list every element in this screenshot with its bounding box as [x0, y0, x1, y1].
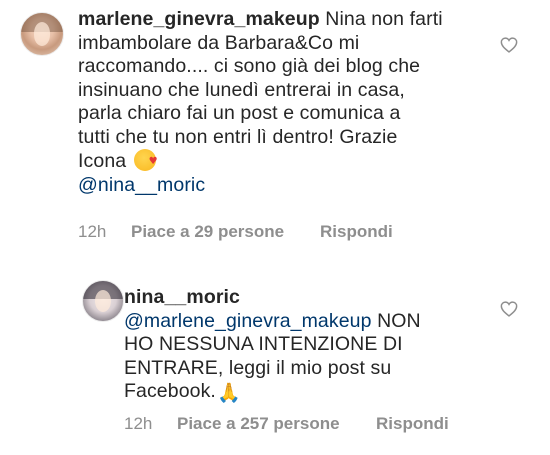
- reply-button[interactable]: Rispondi: [376, 414, 449, 434]
- heart-outline-icon[interactable]: [500, 301, 518, 317]
- likes-count-link[interactable]: Piace a 29 persone: [131, 222, 284, 242]
- avatar-marlene[interactable]: [20, 12, 64, 56]
- heart-outline-icon[interactable]: [500, 37, 518, 53]
- comment-text: marlene_ginevra_makeup Nina non farti imb…: [78, 8, 498, 197]
- reply-meta: 12h Piace a 257 persone Rispondi: [124, 414, 449, 434]
- mention-link[interactable]: @marlene_ginevra_makeup: [124, 310, 372, 332]
- timestamp: 12h: [78, 222, 107, 241]
- kiss-heart-emoji-icon: ♥: [133, 149, 158, 171]
- comment-line: raccomando.... ci sono già dei blog che: [78, 55, 421, 77]
- comment-line: imbambolare da Barbara&Co mi: [78, 31, 360, 54]
- comment-line: NON: [371, 309, 421, 332]
- timestamp: 12h: [124, 414, 153, 433]
- comment-line: ENTRARE, leggi il mio post su: [124, 356, 392, 379]
- comment-marlene: marlene_ginevra_makeup Nina non farti imb…: [0, 0, 550, 260]
- likes-count-link[interactable]: Piace a 257 persone: [177, 414, 340, 434]
- reply-text: nina__moric @marlene_ginevra_makeup NON HO…: [124, 286, 434, 404]
- comment-line: insinuano che lunedì entrerai in casa,: [78, 78, 405, 101]
- username-link[interactable]: nina__moric: [124, 286, 240, 308]
- folded-hands-emoji-icon: 🙏: [216, 382, 241, 404]
- comment-line: Icona: [78, 150, 132, 172]
- username-link[interactable]: marlene_ginevra_makeup: [78, 8, 320, 30]
- mention-link[interactable]: @nina__moric: [78, 174, 205, 196]
- comment-line: Nina non farti: [319, 8, 443, 30]
- avatar-face: [33, 22, 51, 46]
- comment-line: HO NESSUNA INTENZIONE DI: [124, 333, 403, 355]
- comment-line: Facebook.: [124, 380, 216, 402]
- comment-meta: 12h Piace a 29 persone Rispondi: [78, 222, 393, 242]
- reply-button[interactable]: Rispondi: [320, 222, 393, 242]
- avatar-nina[interactable]: [82, 280, 124, 322]
- comment-line: tutti che tu non entri lì dentro! Grazie: [78, 125, 398, 148]
- avatar-face: [95, 289, 111, 313]
- comment-line: parla chiaro fai un post e comunica a: [78, 102, 401, 124]
